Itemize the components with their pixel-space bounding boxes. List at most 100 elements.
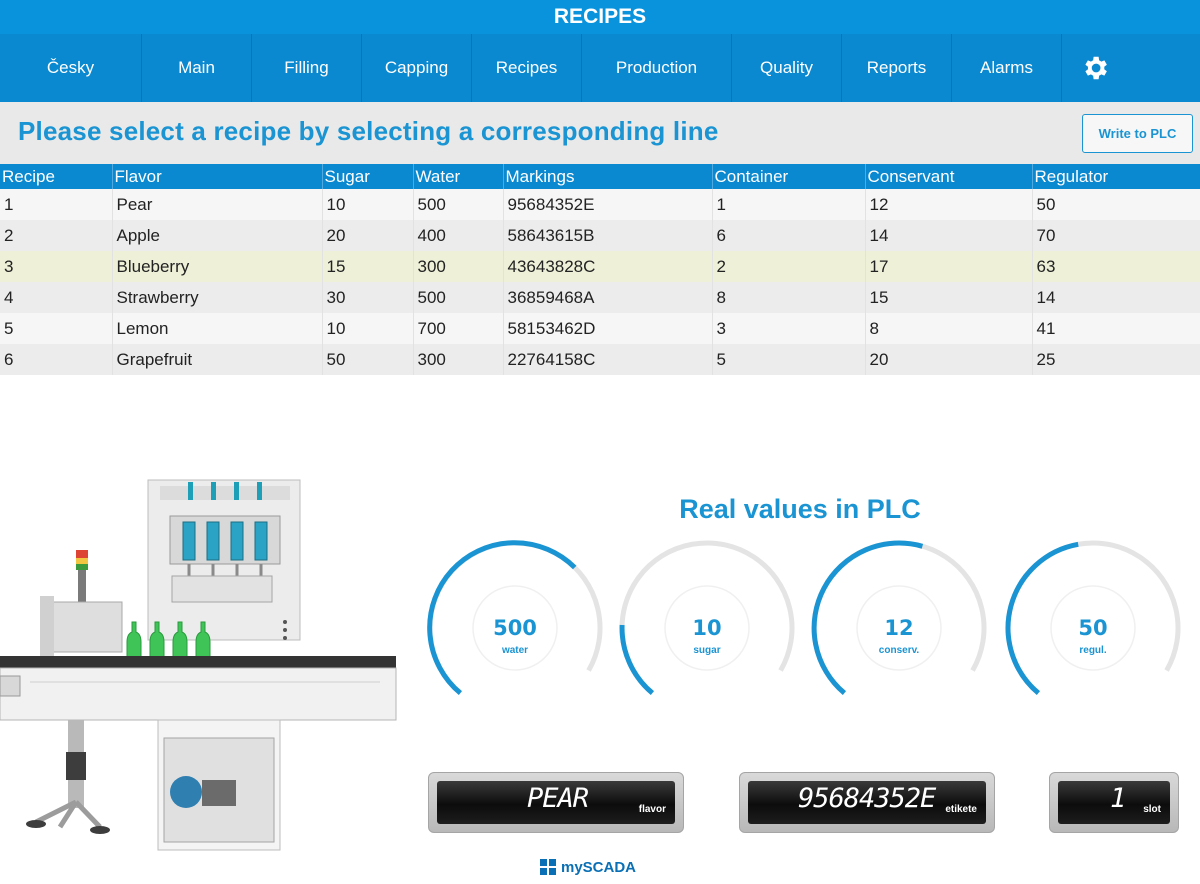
table-row[interactable]: 2 Apple 20 400 58643615B 6 14 70 <box>0 220 1200 251</box>
display-label: flavor <box>638 804 666 815</box>
gauge-value: 500 <box>493 616 537 640</box>
table-cell: 41 <box>1032 313 1200 344</box>
column-header-flavor[interactable]: Flavor <box>112 164 323 189</box>
gear-icon <box>1085 56 1107 80</box>
regulator-gauge: 50 regul. <box>1003 538 1183 708</box>
table-cell: 400 <box>413 220 504 251</box>
nav-item-production[interactable]: Production <box>582 34 732 102</box>
filling-machine-illustration <box>0 479 397 851</box>
main-navigation: Česky Main Filling Capping Recipes Produ… <box>0 34 1200 102</box>
column-header-conservant[interactable]: Conservant <box>865 164 1033 189</box>
table-cell: 5 <box>712 344 866 375</box>
sugar-gauge: 10 sugar <box>617 538 797 708</box>
nav-item-capping[interactable]: Capping <box>362 34 472 102</box>
table-cell: 50 <box>1032 189 1200 220</box>
table-cell: 500 <box>413 189 504 220</box>
column-header-regulator[interactable]: Regulator <box>1032 164 1200 189</box>
table-cell: 2 <box>712 251 866 282</box>
table-cell: 36859468A <box>503 282 713 313</box>
window-title: RECIPES <box>0 0 1200 34</box>
table-cell: 20 <box>322 220 414 251</box>
nav-item-quality[interactable]: Quality <box>732 34 842 102</box>
grid-logo-icon <box>540 859 556 875</box>
table-cell: 15 <box>322 251 414 282</box>
table-row[interactable]: 1 Pear 10 500 95684352E 1 12 50 <box>0 189 1200 220</box>
table-row[interactable]: 5 Lemon 10 700 58153462D 3 8 41 <box>0 313 1200 344</box>
nav-item-recipes[interactable]: Recipes <box>472 34 582 102</box>
gauge-value: 10 <box>692 616 722 640</box>
table-cell: 17 <box>865 251 1033 282</box>
markings-display: 95684352E etikete <box>739 772 995 833</box>
write-to-plc-button[interactable]: Write to PLC <box>1082 114 1193 153</box>
table-cell: 22764158C <box>503 344 713 375</box>
brand-name: mySCADA <box>561 858 637 876</box>
conservant-gauge: 12 conserv. <box>809 538 989 708</box>
table-cell: 43643828C <box>503 251 713 282</box>
brand-logo: mySCADA <box>540 857 670 877</box>
gauge-label: sugar <box>693 645 721 656</box>
display-value: 1 <box>1110 783 1126 814</box>
display-label: slot <box>1143 804 1161 815</box>
table-cell: 8 <box>865 313 1033 344</box>
table-cell: 3 <box>0 251 113 282</box>
table-cell: 1 <box>0 189 113 220</box>
table-cell: 10 <box>322 313 414 344</box>
display-value: PEAR <box>527 783 589 814</box>
nav-item-main[interactable]: Main <box>142 34 252 102</box>
table-cell: 1 <box>712 189 866 220</box>
table-cell: 8 <box>712 282 866 313</box>
display-label: etikete <box>945 804 977 815</box>
table-cell: 15 <box>865 282 1033 313</box>
column-header-water[interactable]: Water <box>413 164 504 189</box>
column-header-container[interactable]: Container <box>712 164 866 189</box>
slot-display: 1 slot <box>1049 772 1179 833</box>
table-cell: 95684352E <box>503 189 713 220</box>
table-cell: Grapefruit <box>112 344 323 375</box>
table-cell: 500 <box>413 282 504 313</box>
table-cell: 3 <box>712 313 866 344</box>
column-header-markings[interactable]: Markings <box>503 164 713 189</box>
table-cell: Lemon <box>112 313 323 344</box>
nav-item-alarms[interactable]: Alarms <box>952 34 1062 102</box>
gauge-value: 50 <box>1078 616 1108 640</box>
table-cell: 300 <box>413 344 504 375</box>
table-cell: 300 <box>413 251 504 282</box>
table-cell: 5 <box>0 313 113 344</box>
table-cell: Pear <box>112 189 323 220</box>
gauge-label: conserv. <box>878 645 920 656</box>
gauge-value: 12 <box>884 616 914 640</box>
table-cell: 63 <box>1032 251 1200 282</box>
nav-item-filling[interactable]: Filling <box>252 34 362 102</box>
gauge-label: regul. <box>1079 645 1107 656</box>
table-row[interactable]: 4 Strawberry 30 500 36859468A 8 15 14 <box>0 282 1200 313</box>
table-cell: 58153462D <box>503 313 713 344</box>
table-row[interactable]: 6 Grapefruit 50 300 22764158C 5 20 25 <box>0 344 1200 375</box>
table-cell: 2 <box>0 220 113 251</box>
table-cell: 58643615B <box>503 220 713 251</box>
recipe-table: Recipe Flavor Sugar Water Markings Conta… <box>0 164 1200 375</box>
table-cell: 700 <box>413 313 504 344</box>
water-gauge: 500 water <box>425 538 605 708</box>
nav-item-cesky[interactable]: Česky <box>0 34 142 102</box>
column-header-recipe[interactable]: Recipe <box>0 164 113 189</box>
table-cell: 6 <box>712 220 866 251</box>
instruction-bar: Please select a recipe by selecting a co… <box>0 102 1200 164</box>
table-cell: 20 <box>865 344 1033 375</box>
table-cell: 12 <box>865 189 1033 220</box>
table-cell: 50 <box>322 344 414 375</box>
table-header-row: Recipe Flavor Sugar Water Markings Conta… <box>0 164 1200 189</box>
table-cell: 4 <box>0 282 113 313</box>
settings-button[interactable] <box>1062 34 1128 102</box>
table-cell: 6 <box>0 344 113 375</box>
column-header-sugar[interactable]: Sugar <box>322 164 414 189</box>
table-cell: 30 <box>322 282 414 313</box>
table-cell: 14 <box>1032 282 1200 313</box>
table-row-selected[interactable]: 3 Blueberry 15 300 43643828C 2 17 63 <box>0 251 1200 282</box>
table-cell: Strawberry <box>112 282 323 313</box>
table-cell: 70 <box>1032 220 1200 251</box>
nav-item-reports[interactable]: Reports <box>842 34 952 102</box>
table-cell: 10 <box>322 189 414 220</box>
flavor-display: PEAR flavor <box>428 772 684 833</box>
display-value: 95684352E <box>798 783 936 814</box>
plc-values-title: Real values in PLC <box>679 494 921 524</box>
